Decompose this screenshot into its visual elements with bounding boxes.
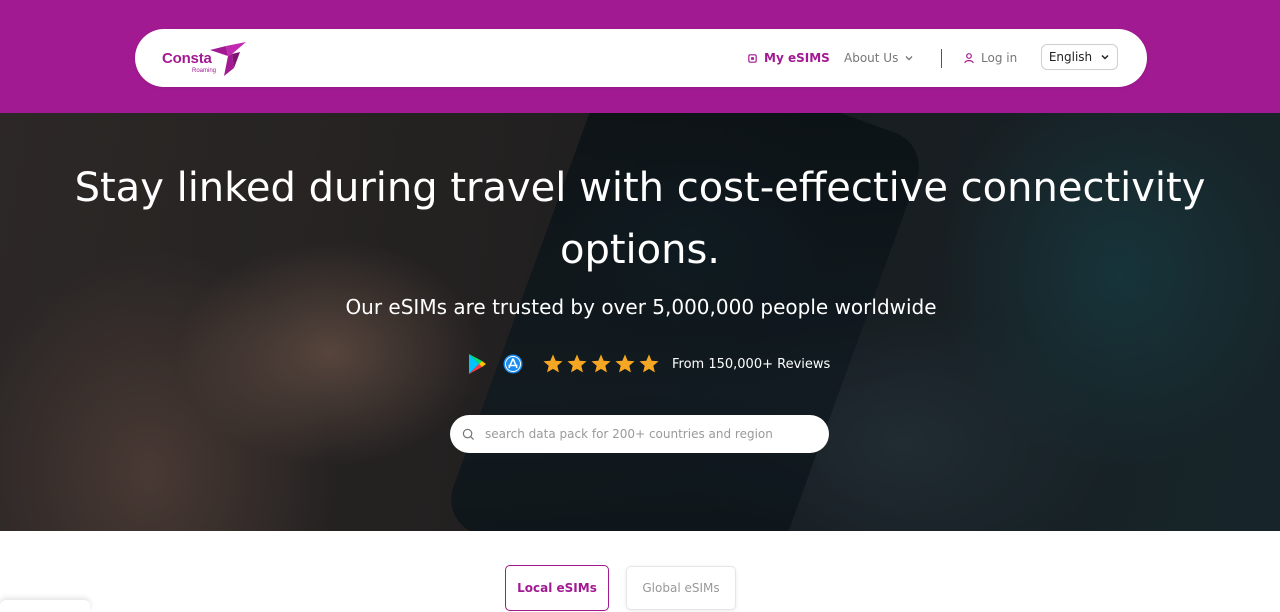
bird-logo-icon xyxy=(210,42,246,76)
star-icon xyxy=(639,354,659,373)
star-icon xyxy=(591,354,611,373)
search-icon xyxy=(462,428,475,440)
user-icon xyxy=(964,53,974,64)
hero-subtitle: Our eSIMs are trusted by over 5,000,000 … xyxy=(345,295,937,319)
star-icon xyxy=(543,354,563,373)
brand-logo[interactable]: Consta Roaming xyxy=(162,38,252,80)
google-play-icon[interactable] xyxy=(466,353,488,375)
app-store-icon[interactable] xyxy=(502,353,524,375)
sim-chip-icon xyxy=(748,53,757,63)
navbar: Consta Roaming My eSIMS About Us Log in … xyxy=(135,29,1147,87)
nav-about-us-label: About Us xyxy=(844,51,899,65)
bottom-left-widget xyxy=(0,600,90,612)
chevron-down-icon xyxy=(1101,54,1109,60)
nav-about-us[interactable]: About Us xyxy=(844,49,914,67)
language-select-value: English xyxy=(1048,50,1093,64)
hero-banner: Stay linked during travel with cost-effe… xyxy=(0,113,1280,531)
nav-my-esims[interactable]: My eSIMS xyxy=(747,49,830,67)
nav-log-in[interactable]: Log in xyxy=(963,49,1017,67)
search-input[interactable] xyxy=(483,426,817,442)
ratings-row: From 150,000+ Reviews xyxy=(466,352,830,376)
top-header-bar: Consta Roaming My eSIMS About Us Log in … xyxy=(0,0,1280,113)
star-icon xyxy=(567,354,587,373)
language-select[interactable]: English xyxy=(1041,44,1118,70)
nav-log-in-label: Log in xyxy=(981,51,1018,65)
star-rating xyxy=(542,353,660,375)
nav-my-esims-label: My eSIMS xyxy=(764,51,830,65)
chevron-down-icon xyxy=(905,56,913,61)
brand-name: Consta xyxy=(162,50,212,67)
tab-global-esims[interactable]: Global eSIMs xyxy=(626,566,736,610)
search-bar xyxy=(450,415,829,453)
star-icon xyxy=(615,354,635,373)
reviews-count: From 150,000+ Reviews xyxy=(672,356,831,372)
hero-title: Stay linked during travel with cost-effe… xyxy=(74,165,1206,273)
nav-divider xyxy=(941,49,942,68)
tab-local-esims[interactable]: Local eSIMs xyxy=(505,565,609,611)
